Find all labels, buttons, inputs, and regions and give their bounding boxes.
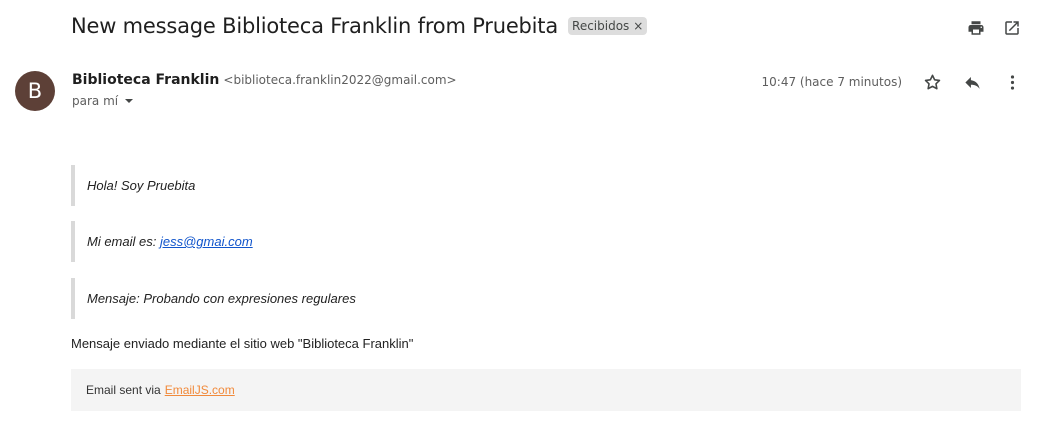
sent-note: Mensaje enviado mediante el sitio web "B…: [71, 336, 414, 351]
email-label: Mi email es:: [87, 234, 157, 249]
star-icon[interactable]: [922, 72, 942, 92]
recipient-details[interactable]: para mí: [72, 94, 134, 108]
quote-greeting: Hola! Soy Pruebita: [71, 165, 195, 206]
open-in-new-icon[interactable]: [1002, 18, 1022, 38]
reply-icon[interactable]: [962, 72, 982, 92]
timestamp: 10:47 (hace 7 minutos): [761, 75, 903, 89]
message-actions: 10:47 (hace 7 minutos): [762, 72, 1023, 92]
emailjs-link[interactable]: EmailJS.com: [165, 383, 235, 397]
label-chip-text: Recibidos: [572, 19, 630, 33]
email-link[interactable]: jess@gmai.com: [160, 234, 253, 249]
print-icon[interactable]: [966, 18, 986, 38]
label-chip[interactable]: Recibidos ×: [568, 17, 648, 35]
subject-row: New message Biblioteca Franklin from Pru…: [71, 14, 648, 38]
email-subject: New message Biblioteca Franklin from Pru…: [71, 14, 559, 38]
more-vert-icon[interactable]: [1002, 72, 1022, 92]
caret-down-icon[interactable]: [124, 96, 134, 106]
quote-message: Mensaje: Probando con expresiones regula…: [71, 278, 356, 319]
message-text: Mensaje: Probando con expresiones regula…: [87, 291, 356, 306]
avatar[interactable]: B: [15, 71, 55, 111]
greeting-text: Hola! Soy Pruebita: [87, 178, 196, 193]
footer-text: Email sent via: [86, 383, 161, 397]
footer-box: Email sent via EmailJS.com: [71, 369, 1021, 411]
sender-email: <biblioteca.franklin2022@gmail.com>: [223, 73, 457, 87]
top-actions: [966, 18, 1022, 38]
remove-label-icon[interactable]: ×: [633, 19, 643, 33]
sender-name[interactable]: Biblioteca Franklin: [72, 72, 219, 88]
sender-line: Biblioteca Franklin <biblioteca.franklin…: [72, 72, 457, 88]
recipient-label: para mí: [72, 94, 119, 108]
quote-email: Mi email es: jess@gmai.com: [71, 221, 253, 262]
